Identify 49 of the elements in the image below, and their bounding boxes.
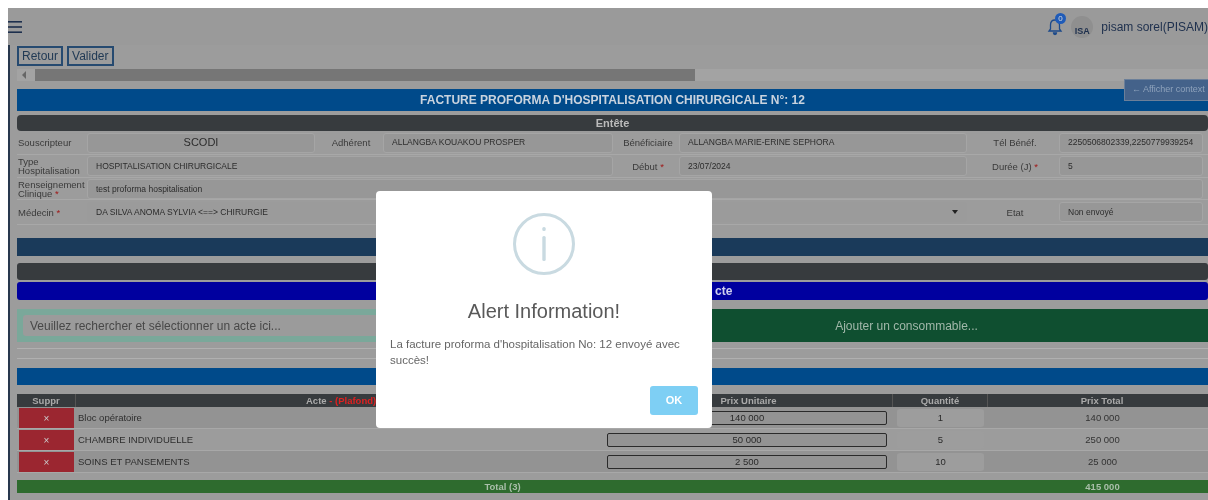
table-cell-text: 140 000: [1084, 410, 1121, 425]
price-field[interactable]: 2 500: [607, 455, 887, 469]
field-label: Souscripteur: [17, 138, 73, 147]
field-label: Médecin *: [17, 207, 62, 217]
show-context-button[interactable]: ← Afficher context: [1124, 79, 1208, 101]
quantity-field[interactable]: 10: [897, 453, 984, 471]
total-label: Total (3): [17, 480, 988, 493]
table-cell-text: SOINS ET PANSEMENTS: [77, 454, 191, 469]
table-cell-text: 250 000: [1084, 432, 1121, 447]
delete-button[interactable]: ×: [19, 452, 74, 472]
field-label: Bénéficiaire: [622, 138, 674, 147]
field-value: ALLANGBA MARIE-ERINE SEPHORA: [679, 132, 967, 153]
quantity-field[interactable]: 1: [897, 409, 984, 427]
menu-icon[interactable]: [8, 19, 22, 34]
field-label: Adhérent: [330, 138, 372, 147]
column-header: Quantité: [893, 394, 988, 407]
field-value: 5: [1059, 156, 1203, 176]
price-field[interactable]: 50 000: [607, 433, 887, 447]
toolbar-button[interactable]: Retour: [17, 46, 64, 66]
field-value: 23/07/2024: [679, 156, 967, 176]
user-name[interactable]: pisam sorel(PISAM): [1101, 17, 1208, 36]
section-header: Entête: [17, 115, 1208, 131]
column-header: Suppr: [17, 394, 76, 407]
field-label: Début *: [631, 161, 665, 171]
field-value: Non envoyé: [1059, 202, 1203, 222]
toolbar-button[interactable]: Valider: [67, 46, 114, 66]
total-amount: 415 000: [988, 480, 1208, 493]
field-label: Durée (J) *: [991, 161, 1039, 171]
field-label: Renseignement Clinique *: [17, 180, 86, 198]
field-value: SCODI: [87, 132, 315, 153]
field-value: ALLANGBA KOUAKOU PROSPER: [383, 132, 613, 153]
field-label: Tél Bénéf.: [992, 138, 1038, 147]
field-label: Type Hospitalisation: [17, 157, 81, 175]
table-cell-text: 25 000: [1086, 454, 1119, 469]
field-value: 2250506802339,2250779939254: [1059, 132, 1203, 153]
avatar-logo: ISA: [1071, 15, 1094, 38]
info-icon: [513, 213, 575, 275]
scrollbar-thumb[interactable]: [35, 69, 695, 81]
delete-button[interactable]: ×: [19, 408, 74, 428]
caret-icon: [952, 210, 958, 214]
field-value: HOSPITALISATION CHIRURGICALE: [87, 156, 613, 176]
scroll-left-icon[interactable]: [21, 71, 27, 79]
table-cell-text: CHAMBRE INDIVIDUELLE: [77, 432, 195, 447]
field-label: Etat: [1005, 207, 1025, 217]
delete-button[interactable]: ×: [19, 430, 74, 450]
bell-icon[interactable]: [1047, 17, 1064, 36]
table-cell-text: Bloc opératoire: [77, 410, 143, 425]
column-header: Prix Total: [988, 394, 1208, 407]
notification-badge: 0: [1055, 12, 1066, 24]
